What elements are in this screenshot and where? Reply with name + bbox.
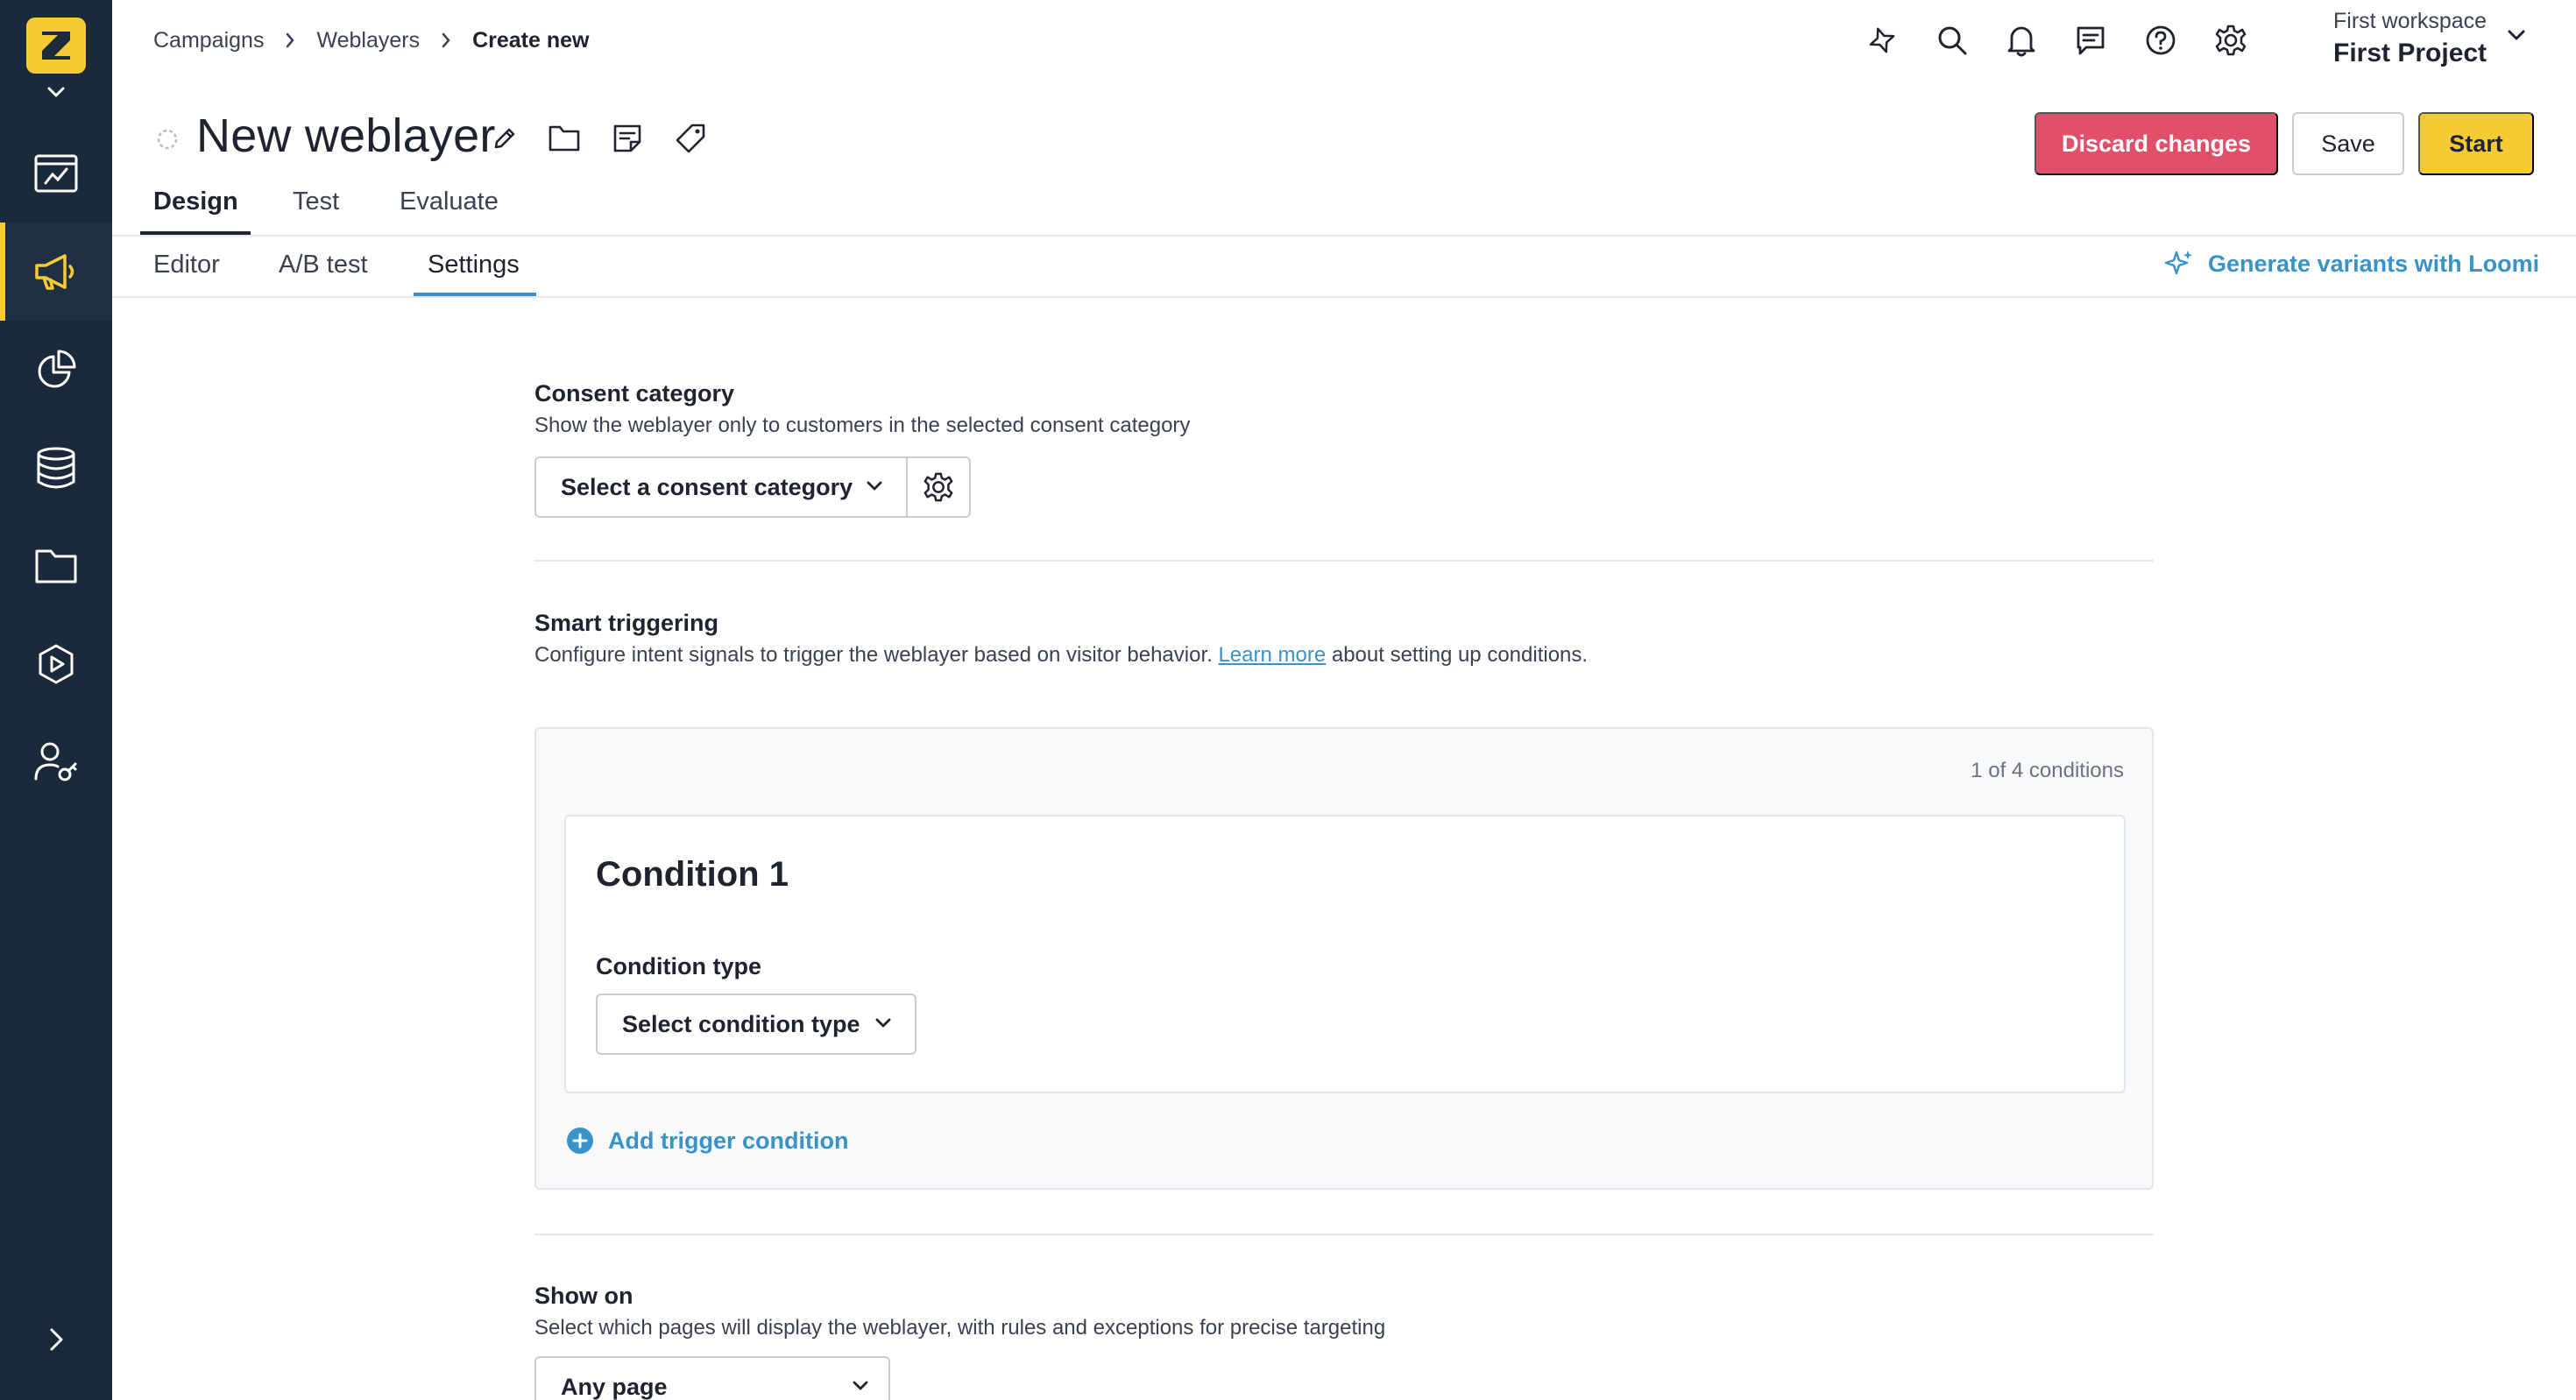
gear-icon	[2215, 25, 2247, 56]
smart-triggering-description: Configure intent signals to trigger the …	[534, 643, 1588, 668]
project-switch-chevron-icon[interactable]	[2506, 28, 2527, 42]
folder-icon	[35, 549, 77, 583]
tab-test[interactable]: Test	[293, 187, 339, 237]
page-title: New weblayer	[196, 110, 496, 162]
sidebar-item-assets[interactable]	[0, 517, 112, 615]
breadcrumb: Campaigns Weblayers Create new	[153, 26, 589, 54]
draft-status-icon	[157, 129, 178, 150]
trigger-conditions-panel: 1 of 4 conditions Condition 1 Condition …	[534, 727, 2154, 1190]
breadcrumb-current: Create new	[472, 27, 590, 53]
generate-variants-label: Generate variants with Loomi	[2208, 250, 2540, 277]
chevron-down-icon	[867, 481, 882, 491]
breadcrumb-weblayers[interactable]: Weblayers	[316, 28, 420, 53]
chevron-down-icon	[875, 1018, 891, 1028]
messages-button[interactable]	[2071, 21, 2110, 60]
plus-circle-icon	[567, 1128, 593, 1154]
move-to-folder-button[interactable]	[545, 119, 584, 158]
tab-evaluate[interactable]: Evaluate	[400, 187, 499, 237]
breadcrumb-chevron-icon	[287, 32, 295, 48]
sidebar-expand-chevron-icon[interactable]	[42, 1326, 70, 1354]
smart-triggering-description-tail: about setting up conditions.	[1326, 643, 1589, 667]
project-name[interactable]: First Project	[2333, 39, 2487, 68]
discard-changes-button[interactable]: Discard changes	[2035, 112, 2278, 175]
conditions-count: 1 of 4 conditions	[1971, 759, 2124, 782]
consent-category-title: Consent category	[534, 380, 735, 407]
section-divider	[534, 1234, 2154, 1235]
sidebar-item-media[interactable]	[0, 615, 112, 713]
learn-more-link[interactable]: Learn more	[1218, 643, 1326, 667]
tag-icon	[676, 124, 705, 153]
sidebar-item-analytics[interactable]	[0, 321, 112, 419]
search-button[interactable]	[1933, 21, 1971, 60]
user-key-icon	[34, 742, 77, 781]
help-button[interactable]	[2141, 21, 2180, 60]
consent-category-select-value: Select a consent category	[561, 473, 853, 500]
loomi-sparkle-icon	[2164, 251, 2192, 275]
consent-category-select[interactable]: Select a consent category	[534, 456, 908, 518]
settings-button[interactable]	[2212, 21, 2250, 60]
workspace-switch-chevron-icon[interactable]	[46, 86, 67, 98]
sidebar-item-access[interactable]	[0, 713, 112, 811]
subtab-ab-test[interactable]: A/B test	[279, 251, 368, 279]
play-icon	[39, 644, 74, 684]
smart-triggering-description-text: Configure intent signals to trigger the …	[534, 643, 1219, 667]
condition-title: Condition 1	[596, 855, 789, 894]
show-on-select[interactable]: Any page	[534, 1356, 890, 1400]
condition-type-select-value: Select condition type	[622, 1010, 860, 1037]
help-icon	[2146, 25, 2176, 55]
condition-type-label: Condition type	[596, 953, 761, 979]
loomi-sparkle-icon	[1869, 27, 1895, 53]
tags-button[interactable]	[671, 119, 710, 158]
database-icon	[37, 447, 75, 489]
section-divider	[534, 560, 2154, 562]
condition-type-select[interactable]: Select condition type	[596, 993, 916, 1055]
start-button[interactable]: Start	[2418, 112, 2534, 175]
breadcrumb-chevron-icon	[442, 32, 450, 48]
logo-mark-icon	[42, 32, 70, 60]
bell-icon	[2007, 26, 2035, 57]
dashboard-chart-icon	[34, 154, 78, 193]
sidebar-item-campaigns[interactable]	[0, 223, 112, 321]
sidebar-item-dashboard[interactable]	[0, 124, 112, 223]
add-trigger-condition-button[interactable]: Add trigger condition	[566, 1127, 848, 1155]
notes-button[interactable]	[608, 119, 647, 158]
pencil-icon	[494, 128, 515, 149]
show-on-description: Select which pages will display the webl…	[534, 1316, 1386, 1340]
app-logo[interactable]	[26, 18, 86, 74]
loomi-sparkle-button[interactable]	[1863, 21, 1901, 60]
gear-icon	[924, 472, 953, 502]
search-icon	[1938, 26, 1967, 55]
rename-button[interactable]	[485, 119, 524, 158]
divider	[112, 235, 2576, 237]
chat-icon	[2077, 26, 2105, 55]
workspace-label[interactable]: First workspace	[2333, 9, 2487, 34]
save-button[interactable]: Save	[2292, 112, 2404, 175]
subtab-settings[interactable]: Settings	[428, 251, 520, 279]
subtab-editor[interactable]: Editor	[153, 251, 220, 279]
add-trigger-condition-label: Add trigger condition	[608, 1127, 849, 1154]
folder-icon	[548, 125, 580, 152]
breadcrumb-campaigns[interactable]: Campaigns	[153, 28, 264, 53]
consent-settings-button[interactable]	[906, 456, 971, 518]
megaphone-icon	[35, 254, 74, 290]
note-icon	[613, 124, 641, 152]
show-on-select-value: Any page	[561, 1373, 668, 1400]
sidebar-item-data[interactable]	[0, 419, 112, 517]
chevron-down-icon	[853, 1381, 868, 1390]
pie-chart-icon	[38, 350, 76, 388]
consent-category-description: Show the weblayer only to customers in t…	[534, 414, 1191, 437]
notifications-button[interactable]	[2002, 21, 2041, 60]
sidebar	[0, 0, 112, 1400]
condition-card: Condition 1 Condition type Select condit…	[564, 815, 2126, 1093]
show-on-title: Show on	[534, 1283, 633, 1309]
generate-variants-link[interactable]: Generate variants with Loomi	[2164, 249, 2539, 279]
divider	[112, 296, 2576, 298]
tab-design[interactable]: Design	[153, 187, 238, 237]
smart-triggering-title: Smart triggering	[534, 610, 719, 636]
